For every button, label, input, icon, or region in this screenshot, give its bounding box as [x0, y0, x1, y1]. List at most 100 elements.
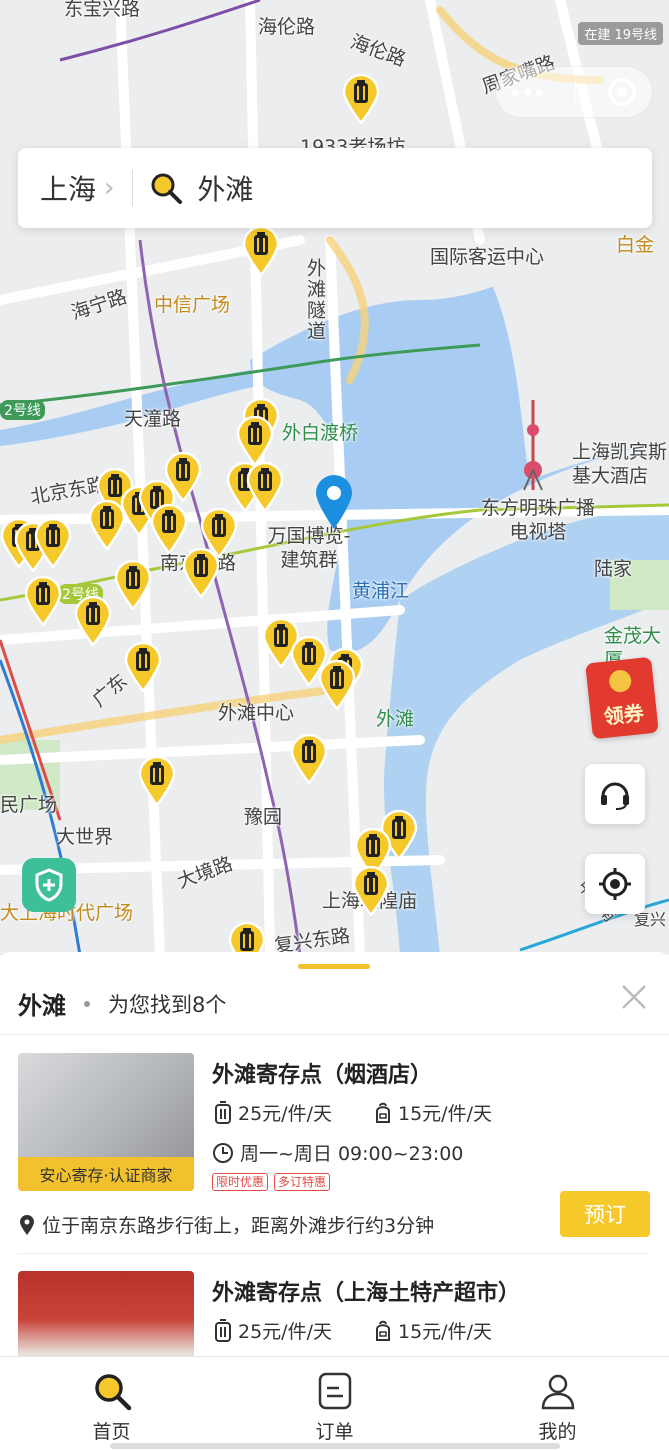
map-label-poi: 外滩中心	[218, 702, 295, 724]
storage-pin-icon[interactable]	[88, 500, 126, 550]
price-small-bag: 15元/件/天	[397, 1321, 492, 1343]
map-label-river: 黄浦江	[352, 580, 410, 602]
miniprogram-capsule[interactable]	[495, 66, 653, 118]
map-label-poi: 陆家	[594, 558, 633, 580]
storage-pin-icon[interactable]	[114, 560, 152, 610]
search-divider	[132, 170, 134, 206]
map-label-poi: 民广场	[0, 794, 58, 816]
storage-pin-icon[interactable]	[182, 548, 220, 598]
status-bar: 在建 19号线	[0, 0, 669, 45]
search-bar[interactable]: 上海 › 外滩	[18, 148, 652, 228]
result-count: 为您找到8个	[108, 992, 227, 1017]
certified-badge: 安心寄存·认证商家	[18, 1157, 194, 1191]
results-sheet[interactable]: 外滩 为您找到8个 安心寄存·认证商家 外滩寄存点（烟酒店） 25元/件/天 1…	[0, 952, 669, 1356]
map-label-poi: 中信广场	[154, 294, 231, 316]
location-text: 位于南京东路步行街上，距离外滩步行约3分钟	[42, 1215, 435, 1237]
map-view[interactable]: 东宝兴路 海伦路 海伦路 周家嘴路 1933老场坊 国际客运中心 白金 海宁路 …	[0, 0, 669, 955]
customer-service-button[interactable]	[585, 764, 645, 824]
results-header: 外滩 为您找到8个	[18, 986, 226, 1021]
storage-pin-icon[interactable]	[318, 660, 356, 710]
tab-home[interactable]: 首页	[0, 1357, 223, 1450]
status-badge: 在建 19号线	[578, 22, 663, 45]
map-label-poi: 外滩	[376, 708, 415, 730]
red-envelope-icon	[608, 669, 633, 694]
promo-tags: 限时优惠 多订特惠	[212, 1173, 331, 1191]
price-small-bag: 15元/件/天	[397, 1103, 492, 1125]
close-miniprogram-icon[interactable]	[608, 78, 636, 106]
promo-tag: 多订特惠	[274, 1173, 331, 1191]
backpack-icon	[375, 1320, 390, 1341]
shield-icon	[35, 868, 63, 902]
store-name[interactable]: 外滩寄存点（烟酒店）	[212, 1057, 432, 1089]
storage-pin-icon[interactable]	[24, 576, 62, 626]
locate-me-button[interactable]	[585, 854, 645, 914]
price-row: 25元/件/天 15元/件/天	[212, 1317, 492, 1344]
user-icon	[541, 1374, 574, 1410]
storage-pin-icon[interactable]	[150, 504, 188, 554]
headset-icon	[601, 782, 629, 810]
results-title: 外滩	[18, 992, 66, 1020]
order-list-icon	[318, 1372, 351, 1410]
capsule-divider	[575, 79, 576, 105]
storage-pin-icon[interactable]	[228, 922, 266, 955]
search-input[interactable]: 外滩	[197, 168, 253, 208]
storage-pin-icon[interactable]	[236, 416, 274, 466]
storage-pin-icon[interactable]	[74, 596, 112, 646]
tab-label: 我的	[538, 1421, 577, 1443]
book-button[interactable]: 预订	[560, 1191, 650, 1237]
store-photo: 安心寄存·认证商家	[18, 1053, 194, 1191]
store-name[interactable]: 外滩寄存点（上海土特产超市）	[212, 1275, 520, 1307]
metro-line-badge: 2号线	[0, 400, 45, 420]
tab-label: 首页	[92, 1421, 131, 1443]
suitcase-icon	[215, 1100, 231, 1124]
coupon-button[interactable]: 领券	[585, 656, 659, 740]
map-label-road: 外滩隧道	[304, 258, 326, 342]
suitcase-icon	[215, 1318, 231, 1342]
storage-pin-icon[interactable]	[342, 74, 380, 124]
map-label-poi: 白金	[616, 234, 655, 256]
map-label-poi: 上海凯宾斯基大酒店	[572, 441, 668, 487]
promo-tag: 限时优惠	[212, 1173, 269, 1191]
location-note: 位于南京东路步行街上，距离外滩步行约3分钟	[18, 1211, 434, 1238]
header-divider	[0, 1034, 669, 1035]
tab-label: 订单	[315, 1421, 354, 1443]
coupon-label: 领券	[602, 700, 645, 729]
storage-pin-icon[interactable]	[34, 518, 72, 568]
location-pin-icon	[20, 1214, 34, 1235]
safety-button[interactable]	[22, 858, 76, 912]
oriental-pearl-icon	[523, 400, 543, 491]
price-large-bag: 25元/件/天	[238, 1321, 332, 1343]
hours-text: 周一~周日 09:00~23:00	[240, 1143, 464, 1165]
price-row: 25元/件/天 15元/件/天	[212, 1099, 492, 1126]
map-label-metro: 天潼路	[124, 408, 182, 430]
map-label-poi: 东方明珠广播电视塔	[480, 497, 595, 543]
storage-pin-icon[interactable]	[290, 734, 328, 784]
map-label-poi: 国际客运中心	[430, 246, 545, 268]
storage-pin-icon[interactable]	[352, 866, 390, 916]
tab-mine[interactable]: 我的	[446, 1357, 669, 1450]
dot-separator	[84, 1000, 90, 1007]
search-icon	[94, 1374, 131, 1411]
storage-pin-icon[interactable]	[138, 756, 176, 806]
map-label-metro: 大世界	[56, 826, 114, 848]
crosshair-icon	[599, 868, 631, 900]
store-card[interactable]: 外滩寄存点（上海土特产超市） 25元/件/天 15元/件/天	[18, 1271, 652, 1356]
destination-marker-icon[interactable]	[314, 474, 354, 530]
backpack-icon	[375, 1102, 390, 1123]
storage-pin-icon[interactable]	[124, 642, 162, 692]
map-label-poi: 万国博览-建筑群	[267, 525, 351, 571]
search-icon	[151, 173, 183, 204]
store-card[interactable]: 安心寄存·认证商家 外滩寄存点（烟酒店） 25元/件/天 15元/件/天 周一~…	[18, 1053, 652, 1263]
store-divider	[18, 1253, 648, 1254]
price-large-bag: 25元/件/天	[238, 1103, 332, 1125]
more-menu-icon[interactable]	[512, 88, 543, 96]
opening-hours: 周一~周日 09:00~23:00	[212, 1139, 463, 1166]
city-selector[interactable]: 上海	[40, 168, 96, 208]
home-indicator	[110, 1443, 560, 1449]
drag-handle[interactable]	[298, 964, 370, 969]
close-icon[interactable]	[619, 982, 649, 1012]
storage-pin-icon[interactable]	[246, 462, 284, 512]
tab-bar: 首页 订单 我的	[0, 1356, 669, 1450]
tab-orders[interactable]: 订单	[223, 1357, 446, 1450]
storage-pin-icon[interactable]	[242, 226, 280, 276]
